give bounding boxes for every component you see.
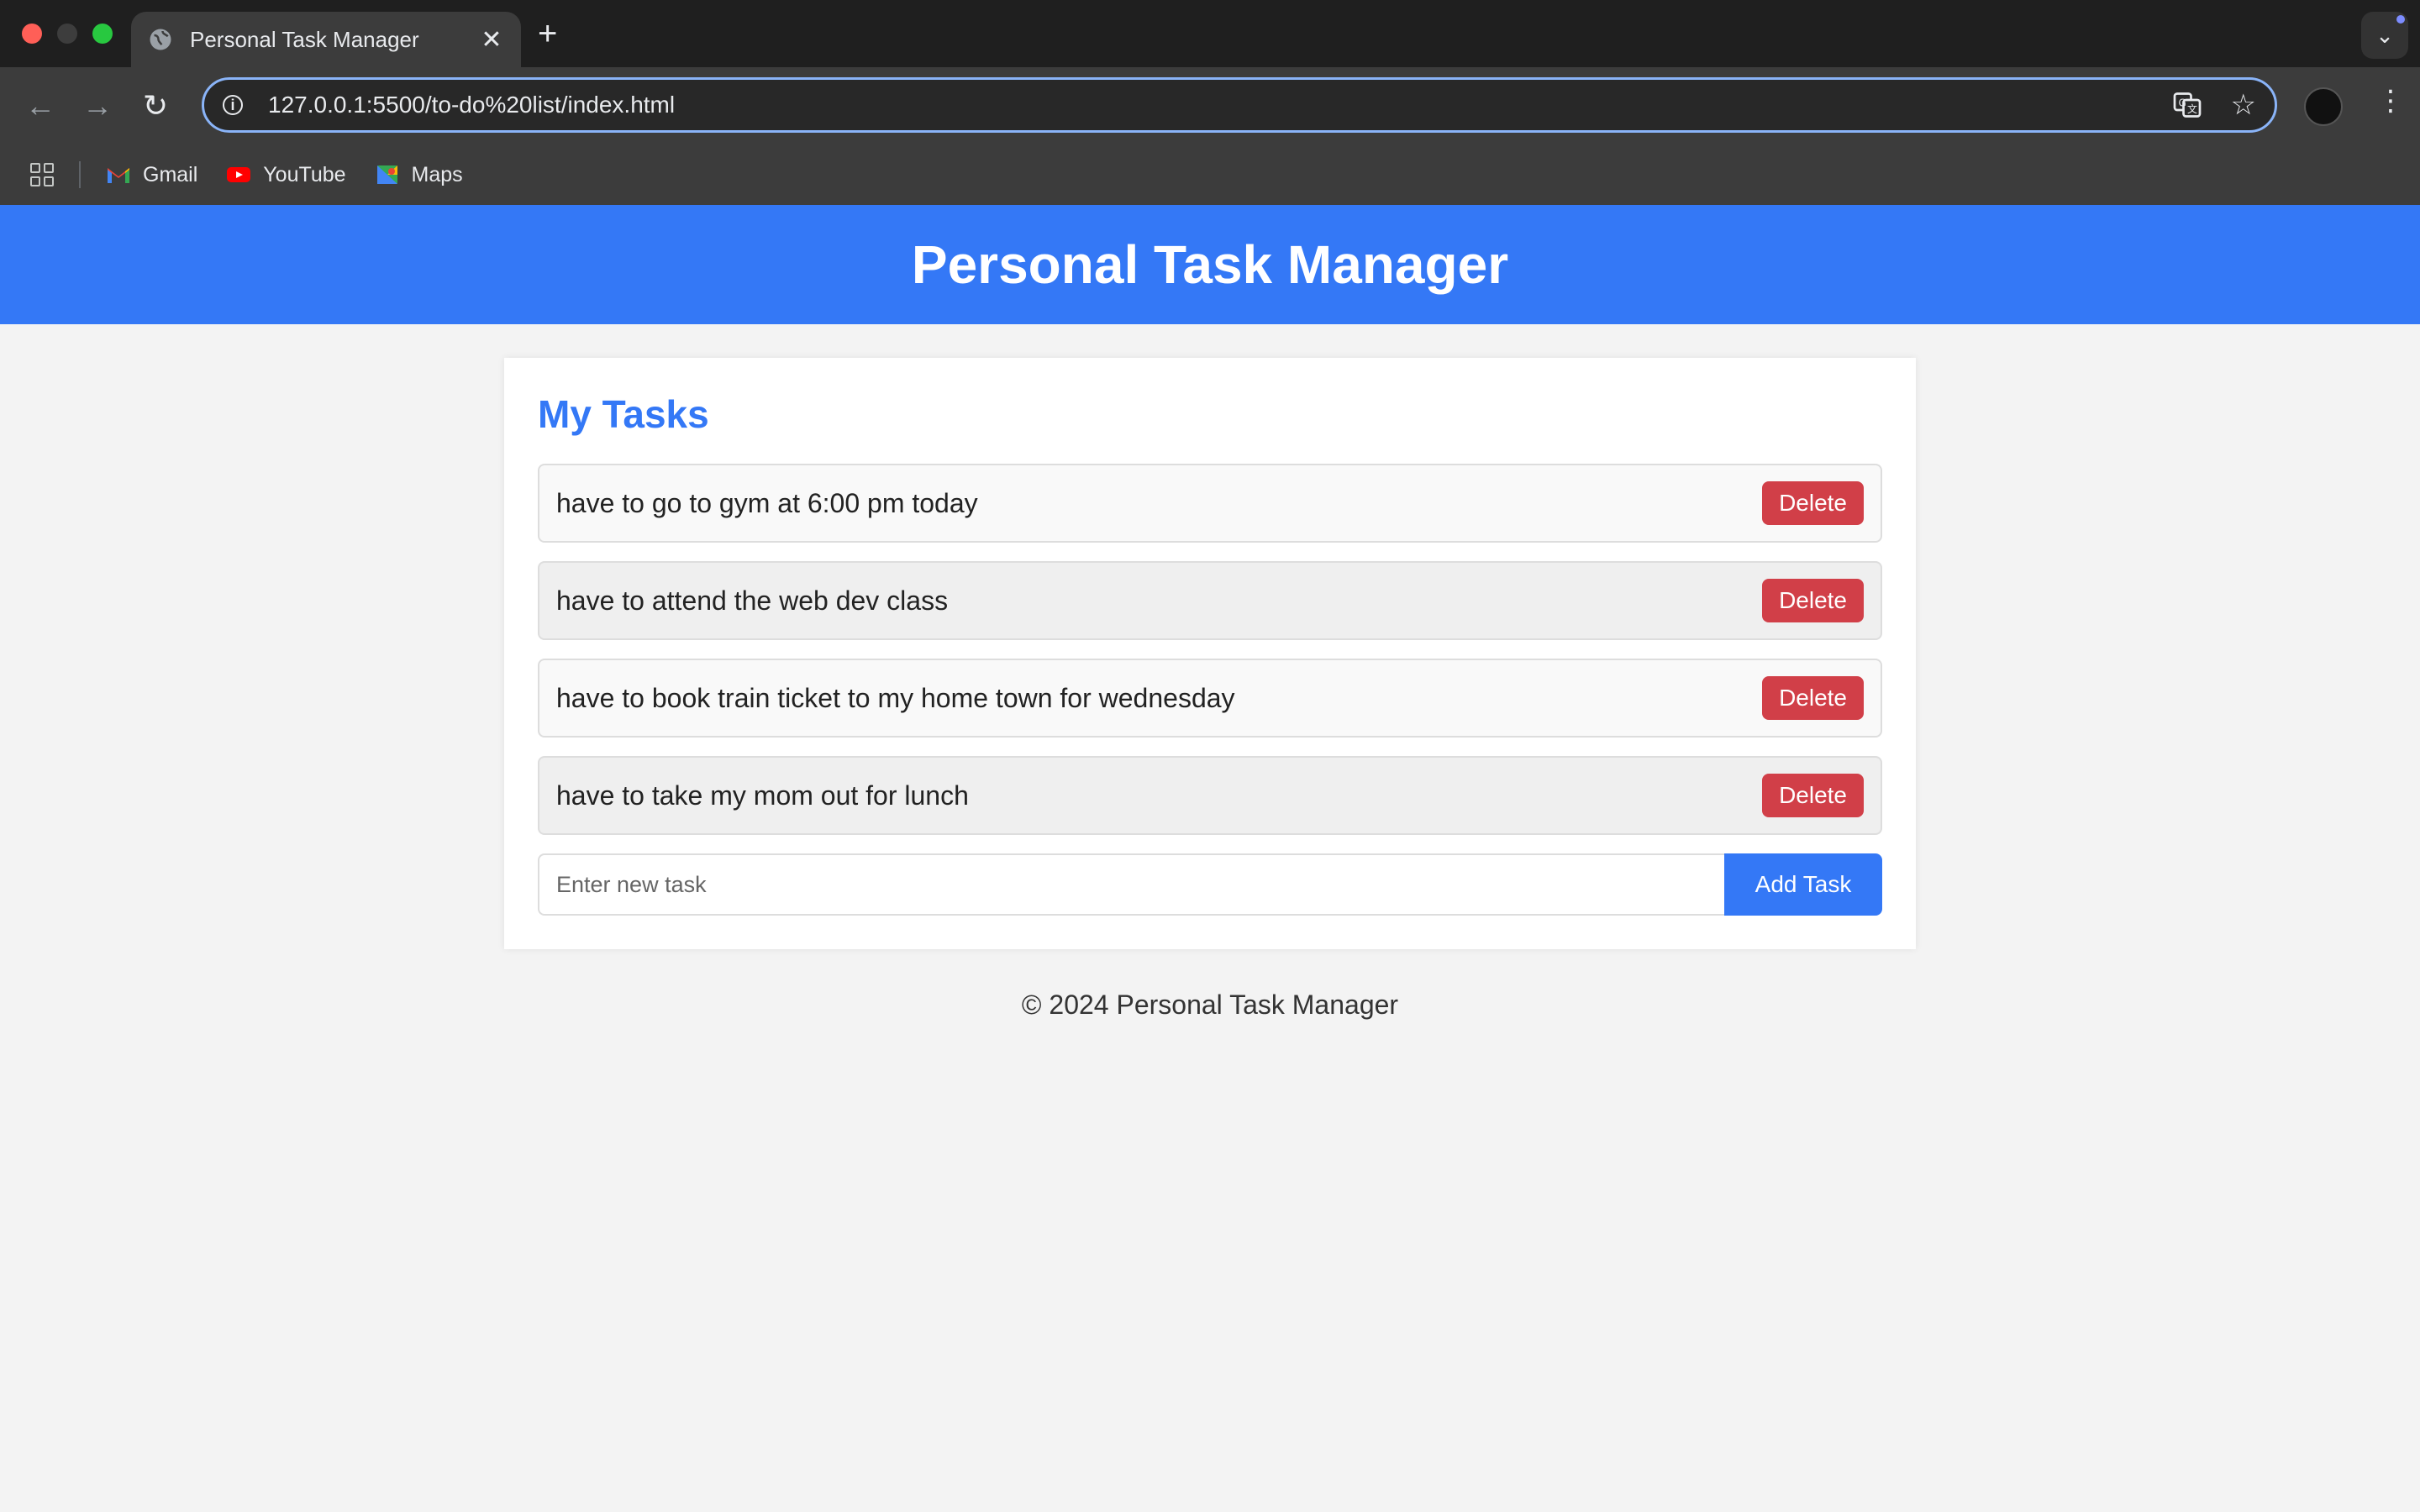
task-item: have to attend the web dev class Delete — [538, 561, 1882, 640]
tab-title: Personal Task Manager — [190, 26, 419, 52]
svg-text:文: 文 — [2187, 102, 2197, 115]
minimize-window-button[interactable] — [57, 24, 77, 44]
maximize-window-button[interactable] — [92, 24, 113, 44]
browser-toolbar: ← → ↻ i 127.0.0.1:5500/to-do%20list/inde… — [0, 67, 2420, 144]
browser-menu-icon[interactable]: ⋮ — [2376, 84, 2405, 118]
task-text: have to book train ticket to my home tow… — [556, 682, 1235, 713]
delete-task-button[interactable]: Delete — [1762, 579, 1864, 622]
youtube-icon — [227, 167, 251, 182]
page-title: Personal Task Manager — [911, 234, 1509, 295]
add-task-button[interactable]: Add Task — [1724, 853, 1882, 916]
active-tab[interactable]: Personal Task Manager ✕ — [131, 12, 521, 67]
chevron-down-icon: ⌄ — [2375, 22, 2394, 48]
window-controls — [22, 24, 113, 44]
new-task-input[interactable] — [538, 853, 1724, 916]
close-window-button[interactable] — [22, 24, 42, 44]
bookmark-star-icon[interactable]: ☆ — [2231, 88, 2256, 122]
tasks-card: My Tasks have to go to gym at 6:00 pm to… — [504, 358, 1916, 949]
back-icon[interactable]: ← — [25, 89, 55, 123]
svg-text:G: G — [2178, 97, 2186, 109]
profile-avatar[interactable] — [2304, 87, 2343, 126]
maps-icon — [376, 165, 397, 184]
close-tab-icon[interactable]: ✕ — [479, 25, 504, 55]
reload-icon[interactable]: ↻ — [143, 89, 168, 123]
task-item: have to go to gym at 6:00 pm today Delet… — [538, 464, 1882, 543]
notification-dot — [2396, 15, 2405, 24]
bookmark-maps[interactable]: Maps — [375, 163, 463, 187]
bookmarks-divider — [79, 161, 81, 188]
bookmark-label: YouTube — [263, 162, 346, 186]
browser-chrome: Personal Task Manager ✕ + ⌄ ← → ↻ i 127.… — [0, 0, 2420, 205]
page-footer: © 2024 Personal Task Manager — [1021, 990, 1399, 1020]
section-title: My Tasks — [538, 392, 709, 436]
add-task-row: Add Task — [538, 853, 1882, 916]
task-item: have to book train ticket to my home tow… — [538, 659, 1882, 738]
apps-grid-icon[interactable] — [30, 163, 54, 186]
bookmark-label: Gmail — [143, 162, 198, 186]
tab-bar: Personal Task Manager ✕ + ⌄ — [0, 0, 2420, 67]
gmail-icon — [108, 168, 129, 183]
delete-task-button[interactable]: Delete — [1762, 774, 1864, 817]
delete-task-button[interactable]: Delete — [1762, 676, 1864, 720]
tab-search-button[interactable]: ⌄ — [2361, 12, 2408, 59]
task-text: have to go to gym at 6:00 pm today — [556, 487, 978, 518]
new-tab-button[interactable]: + — [538, 15, 557, 53]
task-item: have to take my mom out for lunch Delete — [538, 756, 1882, 835]
task-text: have to attend the web dev class — [556, 585, 949, 616]
address-bar[interactable]: i 127.0.0.1:5500/to-do%20list/index.html… — [202, 77, 2277, 133]
bookmark-youtube[interactable]: YouTube — [226, 162, 346, 187]
url-text[interactable]: 127.0.0.1:5500/to-do%20list/index.html — [268, 92, 2144, 118]
site-info-icon[interactable]: i — [223, 95, 243, 115]
task-text: have to take my mom out for lunch — [556, 780, 969, 811]
bookmark-gmail[interactable]: Gmail — [106, 163, 197, 187]
app-header: Personal Task Manager — [0, 205, 2420, 324]
forward-icon[interactable]: → — [82, 89, 113, 123]
globe-icon — [150, 29, 171, 50]
translate-icon[interactable]: G 文 — [2172, 90, 2202, 120]
bookmarks-bar: Gmail YouTube Maps — [0, 144, 2420, 205]
bookmark-label: Maps — [411, 162, 463, 186]
delete-task-button[interactable]: Delete — [1762, 481, 1864, 525]
